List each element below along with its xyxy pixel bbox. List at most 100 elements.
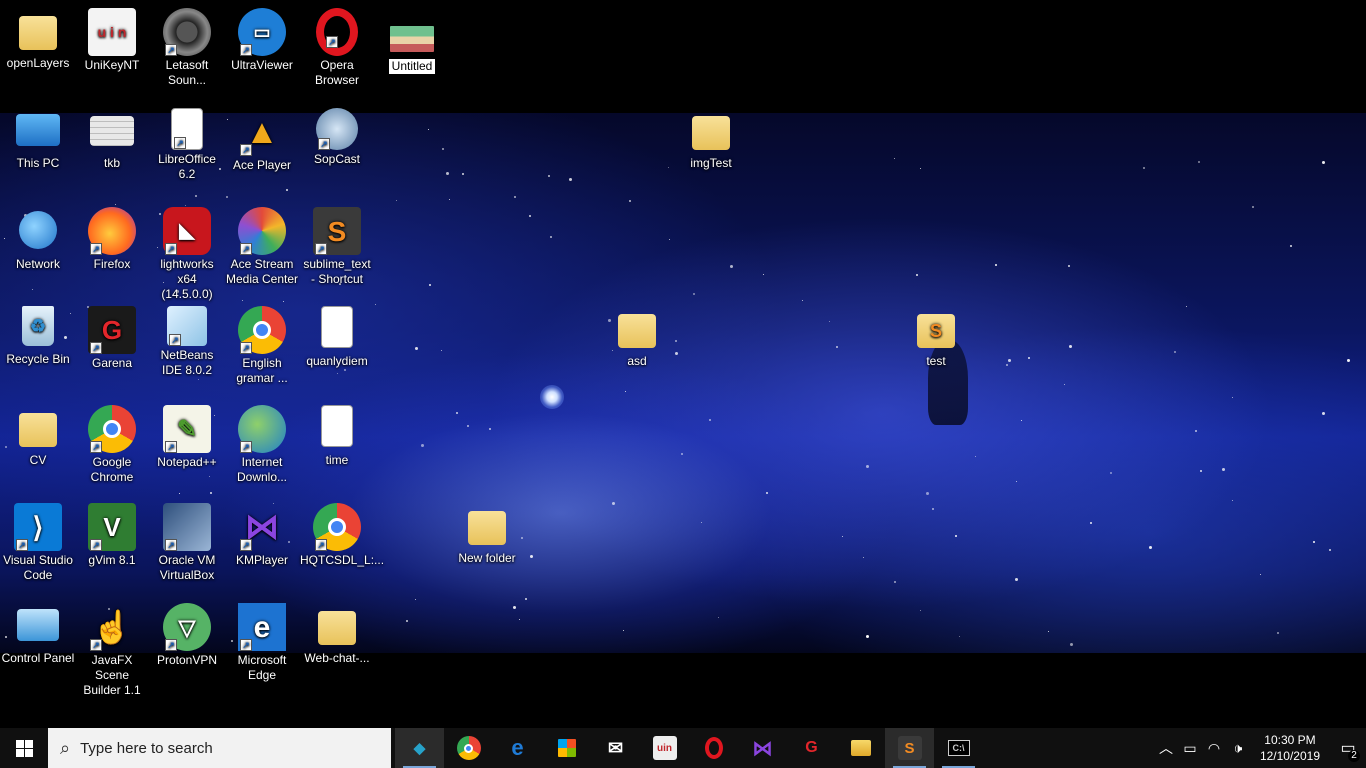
icon-label: Microsoft Edge [237, 653, 287, 682]
sublime-text-icon: S ↗ [313, 207, 361, 255]
desktop-icon-openlayers[interactable]: openLayers [0, 8, 76, 71]
folder-icon [318, 611, 356, 645]
chevron-up-icon[interactable]: ︿ [1154, 738, 1178, 758]
desktop-icon-tkb[interactable]: tkb [74, 108, 150, 171]
icon-label: English gramar ... [236, 356, 288, 385]
taskbar-app-terminal[interactable]: C:\ [934, 728, 983, 768]
monitor-icon [16, 114, 60, 146]
globe-network-icon [19, 211, 57, 249]
desktop-icon-garena[interactable]: G ↗ Garena [74, 306, 150, 371]
git-kraken-icon: ◆ [413, 740, 426, 757]
control-panel-icon [17, 609, 59, 641]
taskbar-app-edge[interactable]: e [493, 728, 542, 768]
desktop-icon-time[interactable]: time [299, 405, 375, 468]
battery-icon[interactable]: ▭ [1178, 740, 1202, 757]
desktop-icon-network[interactable]: Network [0, 207, 76, 272]
taskbar-app-chrome[interactable] [444, 728, 493, 768]
wifi-icon[interactable]: ◠ [1202, 740, 1226, 757]
desktop-icon-imgtest[interactable]: imgTest [673, 108, 749, 171]
desktop-icon-web-chat[interactable]: Web-chat-... [299, 603, 375, 666]
taskbar-app-gitkraken[interactable]: ◆ [395, 728, 444, 768]
taskbar-app-unikey[interactable]: uin [640, 728, 689, 768]
desktop-icon-gvim[interactable]: V ↗ gVim 8.1 [74, 503, 150, 568]
unikey-icon: uin [652, 736, 677, 760]
folder-icon [19, 413, 57, 447]
desktop-icon-idm[interactable]: ↗ Internet Downlo... [224, 405, 300, 485]
icon-label: SopCast [313, 152, 361, 166]
volume-icon[interactable]: 🕩 [1226, 740, 1250, 757]
desktop-icon-protonvpn[interactable]: ▽ ↗ ProtonVPN [149, 603, 225, 668]
desktop-icon-cv[interactable]: CV [0, 405, 76, 468]
icon-label: HQTCSDL_L:... [300, 553, 385, 567]
kmplayer-icon: ⋈ ↗ [238, 503, 286, 551]
ultraviewer-icon: ▭ ↗ [238, 8, 286, 56]
recycle-bin-icon: ♻ [22, 306, 54, 346]
notification-count: 2 [1348, 750, 1360, 762]
desktop-icon-new-folder[interactable]: New folder [449, 503, 525, 566]
icon-label: UniKeyNT [84, 58, 140, 72]
taskbar-app-opera[interactable] [689, 728, 738, 768]
desktop-icon-ace-stream[interactable]: ↗ Ace Stream Media Center [224, 207, 300, 287]
ace-stream-icon: ↗ [238, 207, 286, 255]
globe-download-icon: ↗ [238, 405, 286, 453]
taskbar-app-sublime[interactable]: S [885, 728, 934, 768]
desktop-icon-control-panel[interactable]: Control Panel [0, 603, 76, 666]
desktop-icon-sopcast[interactable]: ↗ SopCast [299, 108, 375, 167]
chrome-icon: ↗ [238, 306, 286, 354]
search-icon: ⌕ [60, 737, 71, 758]
desktop-icon-vscode[interactable]: ⟩ ↗ Visual Studio Code [0, 503, 76, 583]
desktop-icon-test[interactable]: S test [898, 306, 974, 369]
taskbar-search-box[interactable]: ⌕ Type here to search [48, 728, 391, 768]
desktop-icon-quanlydiem[interactable]: quanlydiem [299, 306, 375, 369]
icon-label: imgTest [690, 156, 732, 170]
rename-input[interactable]: Untitled [387, 58, 437, 75]
desktop-icon-opera[interactable]: ↗ Opera Browser [299, 8, 375, 88]
start-button[interactable] [0, 728, 48, 768]
taskbar-clock[interactable]: 10:30 PM 12/10/2019 [1250, 732, 1330, 764]
desktop-icon-ultraviewer[interactable]: ▭ ↗ UltraViewer [224, 8, 300, 73]
icon-label: NetBeans IDE 8.0.2 [160, 348, 214, 377]
taskbar-app-mail[interactable]: ✉ [591, 728, 640, 768]
desktop-icon-libreoffice[interactable]: ↗ LibreOffice 6.2 [149, 108, 225, 182]
desktop-icon-untitled[interactable]: Untitled [374, 20, 450, 75]
taskbar-app-kmplayer[interactable]: ⋈ [738, 728, 787, 768]
desktop-icon-javafx[interactable]: ☝ ↗ JavaFX Scene Builder 1.1 [74, 603, 150, 698]
desktop-icon-this-pc[interactable]: This PC [0, 108, 76, 171]
lightworks-shark-icon: ◣ ↗ [163, 207, 211, 255]
desktop-icon-english-gramar[interactable]: ↗ English gramar ... [224, 306, 300, 386]
desktop-icon-google-chrome[interactable]: ↗ Google Chrome [74, 405, 150, 485]
garena-icon: G [805, 739, 818, 756]
virtualbox-icon: ↗ [163, 503, 211, 551]
desktop-icon-lightworks[interactable]: ◣ ↗ lightworks x64 (14.5.0.0) [149, 207, 225, 302]
action-center-button[interactable]: ▭ 2 [1330, 738, 1366, 762]
taskbar-app-store[interactable] [542, 728, 591, 768]
taskbar-app-garena[interactable]: G [787, 728, 836, 768]
text-file-icon [321, 306, 353, 348]
icon-label: Garena [91, 356, 133, 370]
opera-icon [704, 737, 723, 759]
desktop-icon-firefox[interactable]: ↗ Firefox [74, 207, 150, 272]
desktop-icon-hqtcsdl[interactable]: ↗ HQTCSDL_L:... [299, 503, 385, 568]
icon-label: test [926, 354, 946, 368]
taskbar-app-file-explorer[interactable] [836, 728, 885, 768]
desktop-icon-virtualbox[interactable]: ↗ Oracle VM VirtualBox [149, 503, 225, 583]
desktop-icon-ace-player[interactable]: ▲ ↗ Ace Player [224, 108, 300, 173]
desktop-icon-kmplayer[interactable]: ⋈ ↗ KMPlayer [224, 503, 300, 568]
spreadsheet-file-icon [90, 116, 134, 146]
icon-label: LibreOffice 6.2 [158, 152, 216, 181]
netbeans-cube-icon: ↗ [167, 306, 207, 346]
desktop-icon-notepadpp[interactable]: ✎ ↗ Notepad++ [149, 405, 225, 470]
desktop-icon-recycle-bin[interactable]: ♻ Recycle Bin [0, 306, 76, 367]
hand-pointer-icon: ☝ ↗ [88, 603, 136, 651]
desktop-icon-unikey[interactable]: u i n UniKeyNT [74, 8, 150, 73]
icon-label: New folder [458, 551, 516, 565]
chrome-icon [456, 736, 481, 760]
desktop-icon-edge[interactable]: e ↗ Microsoft Edge [224, 603, 300, 683]
desktop-icon-netbeans[interactable]: ↗ NetBeans IDE 8.0.2 [149, 306, 225, 378]
desktop-icon-letasoft[interactable]: ↗ Letasoft Soun... [149, 8, 225, 88]
traffic-cone-icon: ▲ ↗ [238, 108, 286, 156]
icon-label: Ace Stream Media Center [225, 257, 299, 286]
desktop-icon-sublime[interactable]: S ↗ sublime_text - Shortcut [299, 207, 375, 287]
desktop-icon-asd[interactable]: asd [599, 306, 675, 369]
clock-time: 10:30 PM [1264, 733, 1316, 747]
